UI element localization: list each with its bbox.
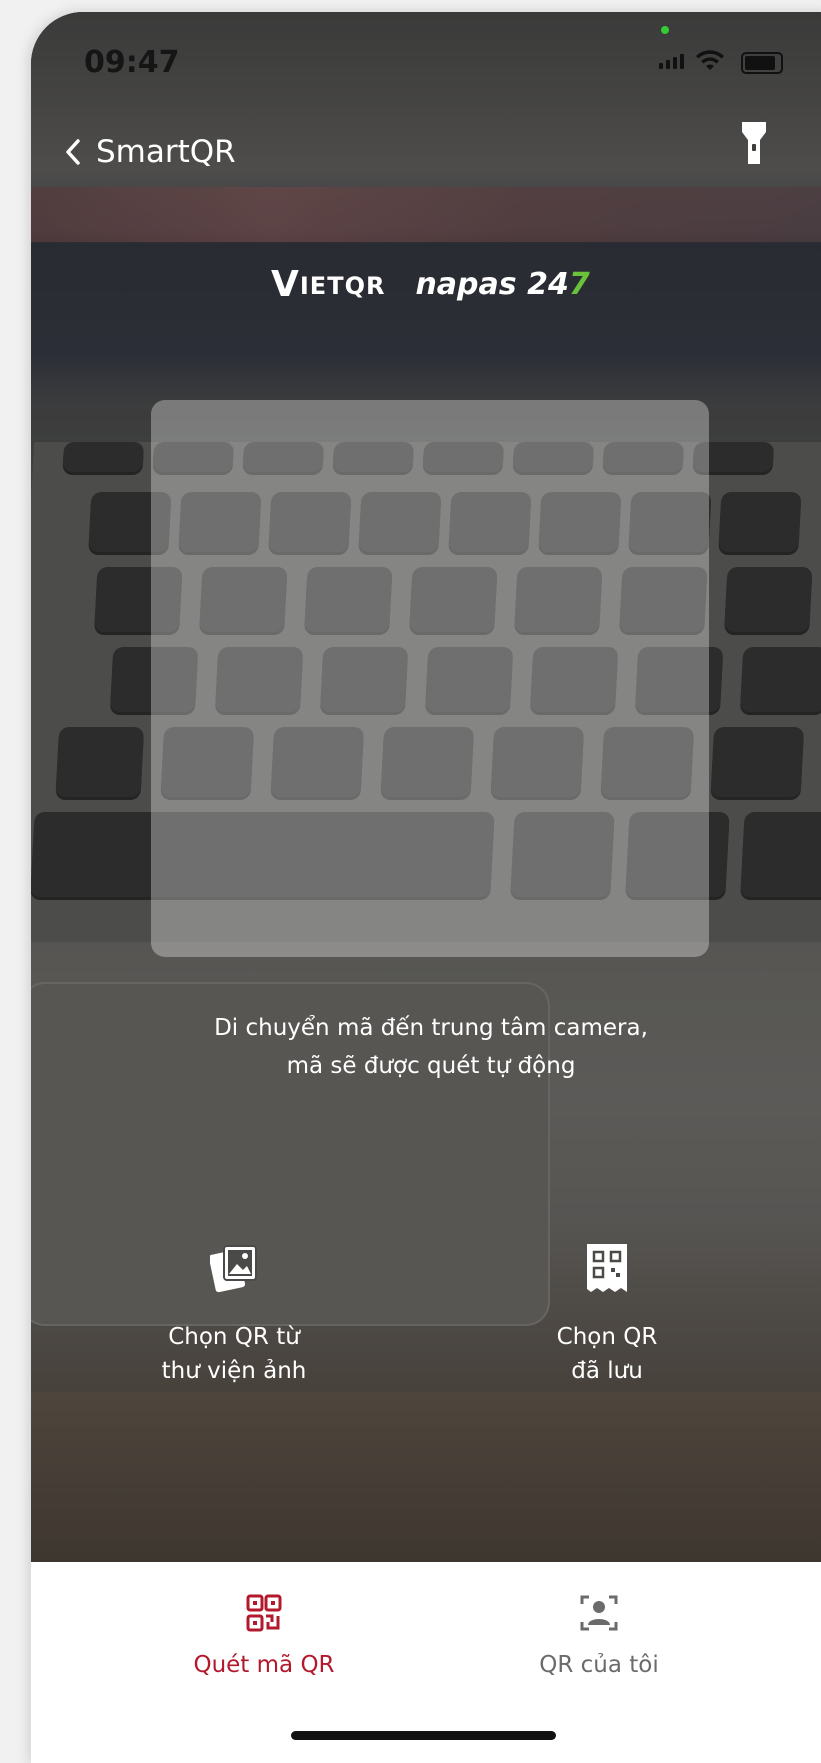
my-qr-profile-icon xyxy=(580,1595,618,1631)
napas-logo-text: napas 24 xyxy=(415,267,569,302)
wifi-icon xyxy=(696,50,724,70)
saved-qr-icon xyxy=(587,1244,627,1292)
pick-saved-qr-button[interactable]: Chọn QR đã lưu xyxy=(482,1242,732,1388)
partner-logos: V IETQR napas 247 xyxy=(271,263,590,305)
back-button[interactable]: SmartQR xyxy=(64,132,264,172)
tab-my-qr-label: QR của tôi xyxy=(539,1652,659,1678)
scan-hint-line1: Di chuyển mã đến trung tâm camera, xyxy=(214,1015,648,1041)
vietqr-logo: V IETQR xyxy=(271,263,386,305)
photo-library-icon xyxy=(208,1245,257,1293)
napas-logo-accent: 7 xyxy=(568,267,590,302)
tab-scan-qr-label: Quét mã QR xyxy=(193,1652,335,1678)
battery-icon xyxy=(741,52,783,74)
status-time: 09:47 xyxy=(84,45,180,80)
saved-qr-label-line1: Chọn QR xyxy=(556,1324,658,1350)
nav-title: SmartQR xyxy=(96,134,236,170)
vietqr-logo-initial: V xyxy=(271,263,300,305)
scan-hint-line2: mã sẽ được quét tự động xyxy=(286,1053,576,1079)
chevron-left-icon xyxy=(66,139,80,165)
phone-screen: 09:47 SmartQR V IETQR napas 247 Di chuyể… xyxy=(31,12,821,1763)
vietqr-logo-text: IETQR xyxy=(299,271,386,300)
cellular-signal-icon xyxy=(659,54,684,69)
status-bar: 09:47 xyxy=(31,12,821,102)
saved-qr-label-line2: đã lưu xyxy=(571,1358,643,1384)
nav-bar: SmartQR xyxy=(31,117,821,177)
napas247-logo: napas 247 xyxy=(415,267,589,302)
gallery-label-line1: Chọn QR từ xyxy=(168,1324,300,1350)
gallery-label-line2: thư viện ảnh xyxy=(161,1358,307,1384)
tab-scan-qr[interactable]: Quét mã QR xyxy=(139,1592,389,1678)
flashlight-icon[interactable] xyxy=(741,120,767,166)
camera-in-use-indicator xyxy=(661,26,669,34)
tab-my-qr[interactable]: QR của tôi xyxy=(474,1592,724,1678)
qr-scan-icon xyxy=(246,1594,282,1632)
home-indicator[interactable] xyxy=(291,1731,556,1740)
pick-from-gallery-button[interactable]: Chọn QR từ thư viện ảnh xyxy=(109,1242,359,1388)
scan-hint: Di chuyển mã đến trung tâm camera, mã sẽ… xyxy=(31,1009,821,1085)
scan-frame xyxy=(151,400,709,957)
